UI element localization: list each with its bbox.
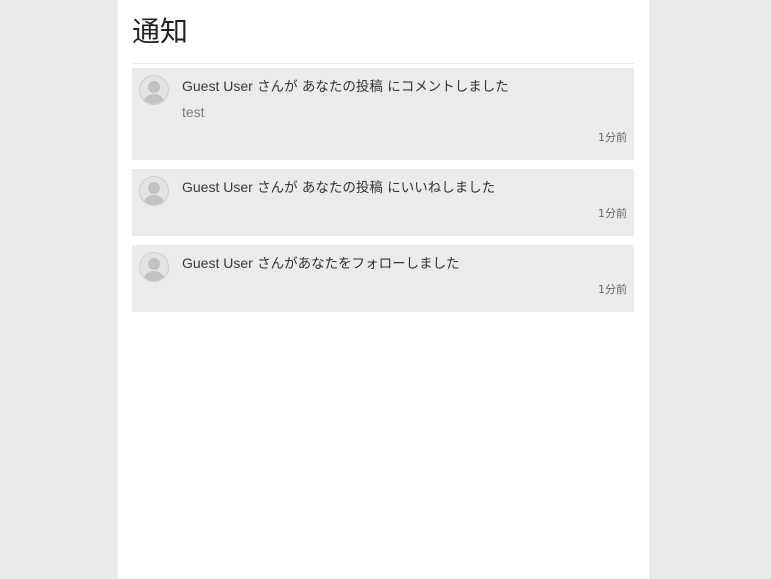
post-link[interactable]: あなたの投稿	[302, 79, 383, 95]
notification-message: Guest User さんが あなたの投稿 にいいねしました	[182, 177, 495, 198]
user-name-link[interactable]: Guest User	[182, 255, 253, 271]
timestamp: 1分前	[598, 207, 627, 220]
avatar-icon[interactable]	[139, 252, 169, 282]
notification-item-follow[interactable]: Guest User さんがあなたをフォローしました 1分前	[132, 245, 634, 312]
user-name-link[interactable]: Guest User	[182, 78, 253, 94]
message-text: さんが	[252, 79, 302, 95]
message-text: さんが	[252, 180, 302, 196]
main-panel: 通知 Guest User さんが あなたの投稿 にコメントしました test …	[118, 0, 649, 579]
timestamp: 1分前	[598, 131, 627, 144]
title-divider	[132, 63, 634, 64]
comment-excerpt: test	[182, 104, 205, 120]
message-text: にいいねしました	[382, 180, 496, 196]
page-title: 通知	[132, 15, 189, 48]
notification-list: Guest User さんが あなたの投稿 にコメントしました test 1分前…	[132, 68, 634, 312]
message-text: さんがあなたをフォローしました	[252, 256, 460, 272]
user-name-link[interactable]: Guest User	[182, 179, 253, 195]
notification-message: Guest User さんがあなたをフォローしました	[182, 253, 460, 274]
avatar-icon[interactable]	[139, 176, 169, 206]
post-link[interactable]: あなたの投稿	[302, 180, 383, 196]
notification-item-like[interactable]: Guest User さんが あなたの投稿 にいいねしました 1分前	[132, 169, 634, 236]
notification-message: Guest User さんが あなたの投稿 にコメントしました	[182, 76, 509, 97]
notification-item-comment[interactable]: Guest User さんが あなたの投稿 にコメントしました test 1分前	[132, 68, 634, 160]
timestamp: 1分前	[598, 283, 627, 296]
message-text: にコメントしました	[382, 79, 509, 95]
avatar-icon[interactable]	[139, 75, 169, 105]
